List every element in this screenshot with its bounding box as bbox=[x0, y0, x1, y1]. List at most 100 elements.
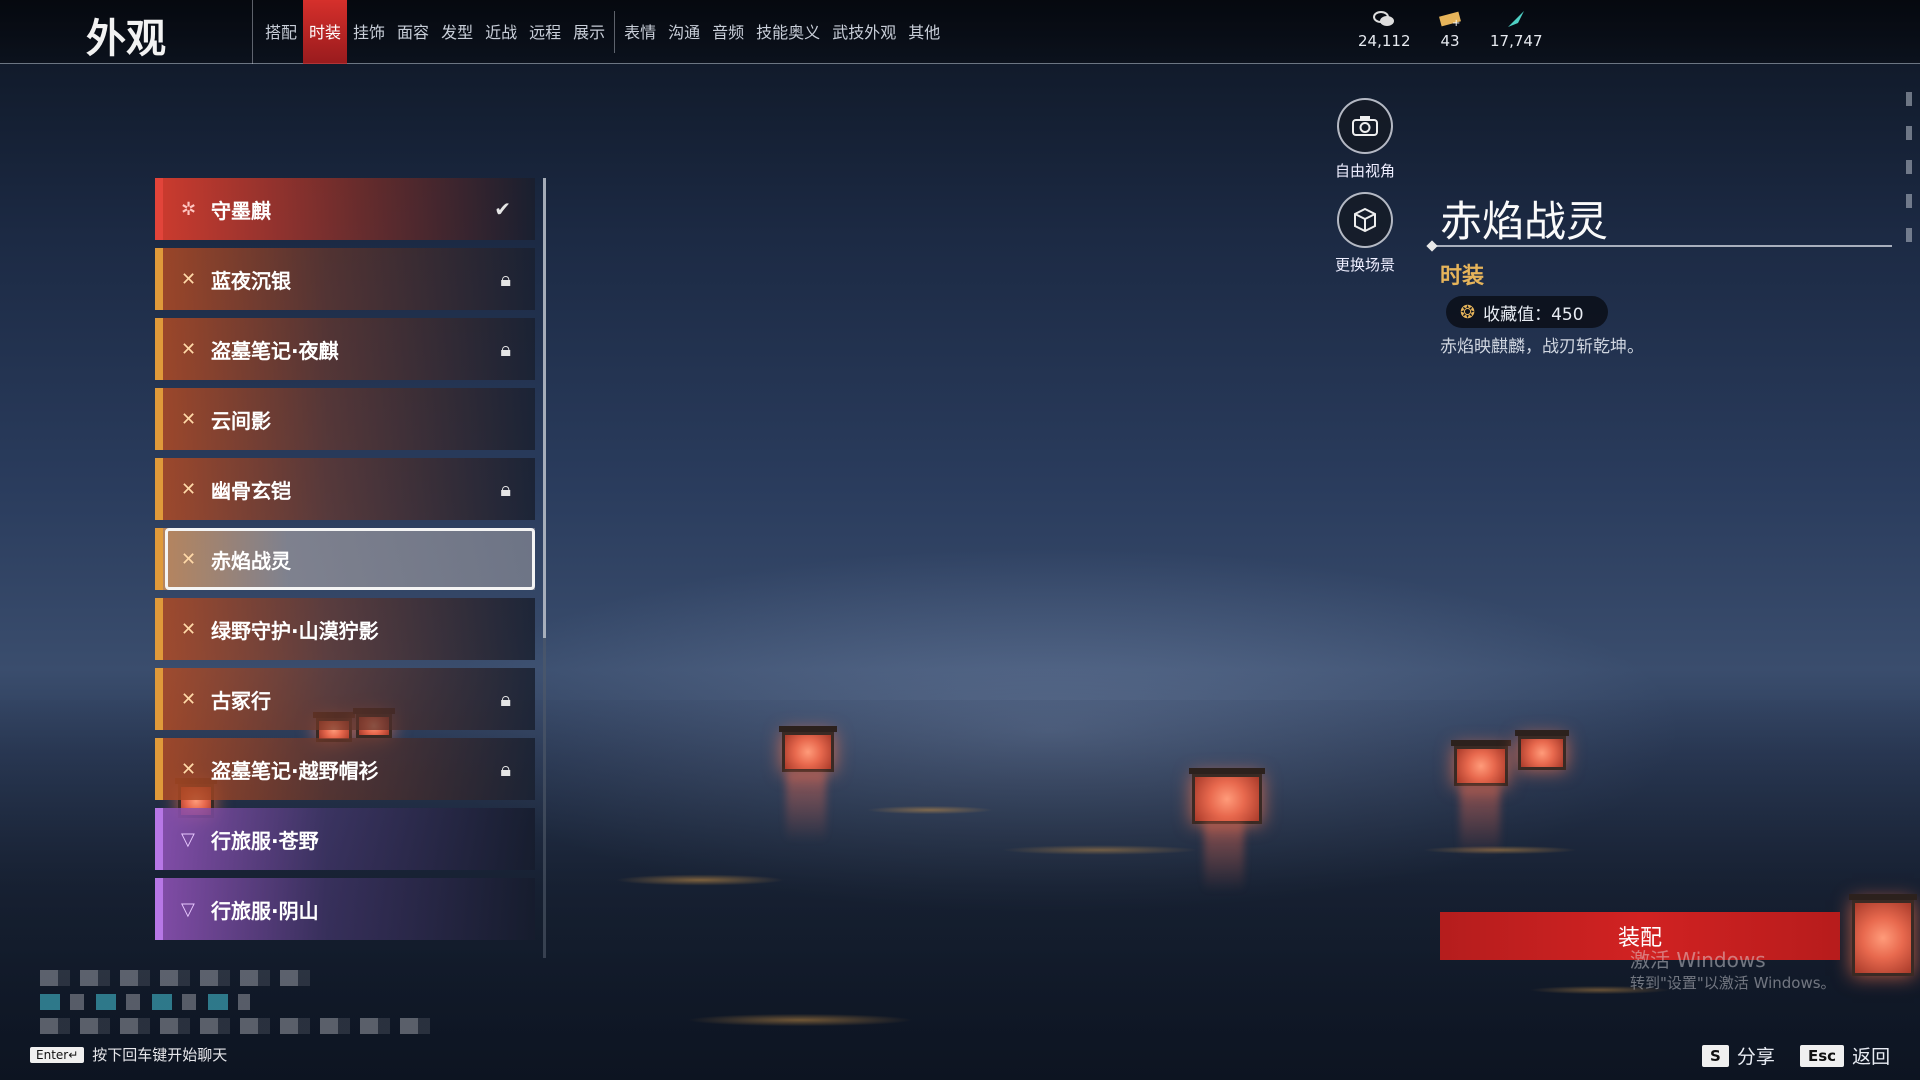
rarity-icon: ✲ bbox=[181, 198, 197, 220]
costume-name: 行旅服·苍野 bbox=[211, 828, 319, 853]
lantern bbox=[1189, 768, 1265, 824]
tab-martial-skin[interactable]: 武技外观 bbox=[826, 0, 902, 64]
windows-watermark: 激活 Windows bbox=[1630, 948, 1766, 972]
rarity-icon: ✕ bbox=[181, 548, 197, 570]
lantern-reflection bbox=[786, 772, 826, 842]
costume-title: 赤焰战灵 bbox=[1440, 197, 1609, 246]
lantern bbox=[779, 726, 837, 772]
costume-name: 古冢行 bbox=[211, 688, 271, 713]
list-item[interactable]: ▽ 行旅服·阴山 bbox=[155, 878, 535, 940]
lock-icon: 🔒︎ bbox=[500, 687, 511, 711]
lantern-reflection bbox=[1204, 822, 1244, 892]
rarity-bar bbox=[155, 178, 163, 240]
rarity-icon: ✕ bbox=[181, 618, 197, 640]
list-item[interactable]: ▽ 行旅服·苍野 bbox=[155, 808, 535, 870]
currency-coins-value: 24,112 bbox=[1358, 32, 1411, 50]
rarity-icon: ✕ bbox=[181, 268, 197, 290]
tab-melee[interactable]: 近战 bbox=[479, 0, 523, 64]
rarity-icon: ✕ bbox=[181, 408, 197, 430]
rarity-bar bbox=[155, 458, 163, 520]
free-view-button[interactable]: 自由视角 bbox=[1325, 98, 1405, 181]
tab-costume[interactable]: 时装 bbox=[303, 0, 348, 64]
esc-key: Esc bbox=[1800, 1044, 1845, 1067]
equipped-check-icon: ✔ bbox=[494, 197, 511, 221]
title-divider-dot bbox=[1426, 240, 1438, 252]
tab-showcase[interactable]: 展示 bbox=[567, 0, 611, 64]
tab-audio[interactable]: 音频 bbox=[706, 0, 750, 64]
tab-accessory[interactable]: 挂饰 bbox=[347, 0, 391, 64]
list-item[interactable]: ✕ 盗墓笔记·越野帽衫 🔒︎ bbox=[155, 738, 535, 800]
rarity-bar bbox=[155, 738, 163, 800]
chat-message-blurred bbox=[40, 994, 250, 1010]
rarity-bar bbox=[155, 808, 163, 870]
costume-name: 赤焰战灵 bbox=[211, 548, 291, 573]
list-scrollbar-thumb[interactable] bbox=[543, 178, 546, 638]
back-button[interactable]: Esc 返回 bbox=[1800, 1042, 1890, 1069]
lock-icon: 🔒︎ bbox=[500, 337, 511, 361]
share-label: 分享 bbox=[1736, 1046, 1775, 1068]
list-item[interactable]: ✕ 绿野守护·山漠狞影 bbox=[155, 598, 535, 660]
tab-face[interactable]: 面容 bbox=[391, 0, 435, 64]
tab-emote[interactable]: 表情 bbox=[618, 0, 662, 64]
chat-hint[interactable]: Enter↵ 按下回车键开始聊天 bbox=[30, 1044, 227, 1065]
chat-hint-text: 按下回车键开始聊天 bbox=[92, 1046, 228, 1064]
rarity-bar bbox=[155, 388, 163, 450]
costume-name: 云间影 bbox=[211, 408, 271, 433]
list-item[interactable]: ✕ 盗墓笔记·夜麒 🔒︎ bbox=[155, 318, 535, 380]
currency-tickets-value: 43 bbox=[1440, 32, 1460, 50]
back-label: 返回 bbox=[1852, 1046, 1891, 1068]
change-scene-label: 更换场景 bbox=[1334, 256, 1395, 274]
share-key: S bbox=[1702, 1044, 1729, 1067]
list-item[interactable]: ✕ 云间影 bbox=[155, 388, 535, 450]
costume-name: 蓝夜沉银 bbox=[211, 268, 291, 293]
rarity-bar bbox=[155, 318, 163, 380]
currency-coins: 24,112 bbox=[1358, 10, 1411, 50]
currency-feathers: 17,747 bbox=[1490, 10, 1543, 50]
svg-text:+: + bbox=[1452, 18, 1460, 28]
costume-category: 时装 bbox=[1440, 264, 1485, 289]
collection-value-badge: ❂ 收藏值：450 bbox=[1446, 296, 1608, 328]
costume-name: 行旅服·阴山 bbox=[211, 898, 319, 923]
currency-tickets: + 43 bbox=[1438, 10, 1462, 50]
free-view-label: 自由视角 bbox=[1334, 162, 1395, 180]
right-scroll-indicator bbox=[1906, 92, 1914, 262]
tab-hairstyle[interactable]: 发型 bbox=[435, 0, 479, 64]
currency-feathers-value: 17,747 bbox=[1490, 32, 1543, 50]
rarity-icon: ✕ bbox=[181, 758, 197, 780]
tab-ranged[interactable]: 远程 bbox=[523, 0, 567, 64]
windows-watermark-subtext: 转到"设置"以激活 Windows。 bbox=[1630, 974, 1836, 992]
rarity-bar bbox=[155, 598, 163, 660]
list-item[interactable]: ✲ 守墨麒 ✔ bbox=[155, 178, 535, 240]
tab-skill-ultimate[interactable]: 技能奥义 bbox=[750, 0, 826, 64]
rarity-icon: ▽ bbox=[181, 898, 195, 920]
costume-description: 赤焰映麒麟，战刃斩乾坤。 bbox=[1440, 337, 1644, 357]
rarity-bar bbox=[155, 878, 163, 940]
scene-cube-icon bbox=[1337, 192, 1393, 248]
tab-communication[interactable]: 沟通 bbox=[662, 0, 706, 64]
tab-outfit-set[interactable]: 搭配 bbox=[259, 0, 303, 64]
lock-icon: 🔒︎ bbox=[500, 267, 511, 291]
page-title: 外观 bbox=[86, 16, 166, 62]
chat-message-blurred bbox=[40, 1018, 430, 1034]
change-scene-button[interactable]: 更换场景 bbox=[1325, 192, 1405, 275]
costume-list: ✲ 守墨麒 ✔ ✕ 蓝夜沉银 🔒︎ ✕ 盗墓笔记·夜麒 🔒︎ ✕ 云间影 ✕ 幽… bbox=[155, 178, 535, 948]
list-item[interactable]: ✕ 幽骨玄铠 🔒︎ bbox=[155, 458, 535, 520]
rarity-icon: ✕ bbox=[181, 688, 197, 710]
collection-value: 收藏值：450 bbox=[1483, 304, 1584, 325]
feather-icon bbox=[1508, 11, 1525, 27]
costume-name: 盗墓笔记·越野帽衫 bbox=[211, 758, 379, 783]
list-item-selected[interactable]: ✕ 赤焰战灵 bbox=[155, 528, 535, 590]
list-item[interactable]: ✕ 古冢行 🔒︎ bbox=[155, 668, 535, 730]
lantern-reflection bbox=[1460, 786, 1500, 856]
share-button[interactable]: S 分享 bbox=[1702, 1042, 1775, 1069]
coin-stack-icon bbox=[1373, 11, 1395, 26]
collection-icon: ❂ bbox=[1460, 301, 1476, 323]
enter-key: Enter↵ bbox=[30, 1046, 85, 1063]
lock-icon: 🔒︎ bbox=[500, 477, 511, 501]
lantern bbox=[1515, 730, 1569, 770]
costume-name: 幽骨玄铠 bbox=[211, 478, 291, 503]
list-item[interactable]: ✕ 蓝夜沉银 🔒︎ bbox=[155, 248, 535, 310]
ticket-icon: + bbox=[1439, 11, 1461, 28]
rarity-icon: ▽ bbox=[181, 828, 195, 850]
tab-other[interactable]: 其他 bbox=[902, 0, 946, 64]
